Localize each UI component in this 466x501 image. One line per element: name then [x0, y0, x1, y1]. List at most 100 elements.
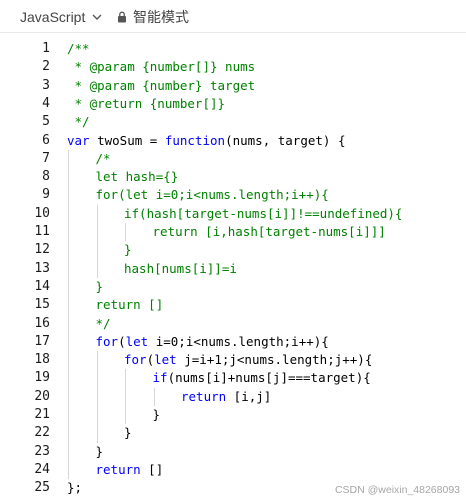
code-line: /* — [96, 150, 111, 168]
code-line: let hash={} — [96, 168, 179, 186]
indent-guide — [153, 387, 155, 406]
code-line: } — [96, 443, 104, 461]
code-token: ( — [146, 352, 155, 368]
code-area[interactable]: /** * @param {number[]} nums * @param {n… — [67, 33, 466, 501]
code-token: /* — [95, 150, 111, 166]
code-token: [] — [140, 461, 164, 477]
line-number: 23 — [34, 443, 50, 459]
code-token: } — [95, 278, 104, 294]
code-line: */ — [67, 113, 90, 131]
code-line: for(let i=0;i<nums.length;i++){ — [96, 186, 329, 204]
code-line: if(hash[target-nums[i]]!==undefined){ — [124, 205, 402, 223]
line-number: 19 — [34, 370, 50, 386]
code-token: } — [95, 443, 104, 459]
line-number: 4 — [42, 95, 50, 111]
code-line: } — [124, 241, 132, 259]
line-number: 16 — [34, 315, 50, 331]
line-number: 7 — [42, 150, 50, 166]
code-line: var twoSum = function(nums, target) { — [67, 132, 345, 150]
code-token: return [i,hash[target-nums[i]]] — [152, 224, 386, 239]
code-line: for(let j=i+1;j<nums.length;j++){ — [124, 351, 372, 369]
code-token: (nums, target) { — [225, 132, 346, 148]
code-line: for(let i=0;i<nums.length;i++){ — [96, 333, 329, 351]
code-line: * @param {number[]} nums — [67, 58, 256, 76]
line-number: 12 — [34, 242, 50, 258]
code-token: j=i+1;j<nums.length;j++){ — [176, 352, 373, 368]
code-token: for — [95, 333, 119, 349]
indent-guide — [68, 149, 69, 480]
code-token: } — [152, 407, 161, 422]
code-editor[interactable]: 1 2 3 4 5 6 7 8 9 10 11 12 13 14 15 16 17 18 19 20 21 22 23 24 2… — [0, 33, 466, 501]
line-number: 21 — [34, 407, 50, 422]
code-token: } — [124, 425, 132, 441]
code-token: for — [124, 352, 147, 368]
code-token: let — [154, 352, 177, 368]
indent-guide — [96, 351, 98, 443]
code-token: */ — [95, 315, 111, 331]
code-token: if — [152, 370, 168, 386]
line-number: 3 — [42, 77, 50, 93]
line-number-gutter: 1 2 3 4 5 6 7 8 9 10 11 12 13 14 15 16 17 18 19 20 21 22 23 24 2… — [0, 33, 54, 501]
code-token: return — [181, 388, 227, 404]
code-line: if(nums[i]+nums[j]===target){ — [153, 369, 371, 387]
indent-guide — [125, 369, 126, 425]
code-token: * @param {number[]} nums — [67, 59, 256, 75]
code-line: return [] — [96, 461, 164, 479]
code-line: * @return {number[]} — [67, 95, 226, 113]
line-number: 15 — [34, 297, 50, 313]
code-token: return — [95, 461, 141, 477]
code-token: var — [67, 132, 90, 148]
lock-icon — [118, 11, 126, 23]
code-line: }; — [67, 479, 82, 497]
smart-mode-label: 智能模式 — [133, 9, 189, 25]
code-line: return [i,hash[target-nums[i]]] — [153, 223, 386, 241]
line-number: 9 — [42, 187, 50, 203]
code-line: */ — [96, 315, 111, 333]
code-line: } — [153, 406, 161, 424]
indent-guide — [96, 204, 98, 278]
code-token: if(hash[target-nums[i]]!==undefined){ — [124, 205, 403, 221]
code-token: /** — [67, 41, 90, 56]
line-number: 6 — [42, 132, 50, 148]
code-token: [i,j] — [226, 388, 272, 404]
smart-mode-toggle[interactable]: 智能模式 — [117, 8, 189, 26]
line-number: 8 — [42, 169, 50, 185]
line-number: 24 — [34, 461, 50, 477]
code-token: let — [125, 333, 149, 349]
line-number: 5 — [42, 114, 50, 130]
code-line: /** — [67, 40, 90, 58]
language-select[interactable]: JavaScript — [20, 8, 102, 26]
code-token: ( — [118, 333, 126, 349]
code-token: } — [124, 242, 132, 258]
language-label: JavaScript — [20, 9, 86, 25]
code-token: }; — [67, 480, 83, 496]
line-number: 11 — [34, 224, 50, 239]
code-token: return [] — [95, 297, 164, 313]
code-token: */ — [67, 114, 90, 130]
line-number: 13 — [34, 260, 50, 276]
line-number: 22 — [34, 425, 50, 441]
code-token: twoSum = — [89, 132, 165, 148]
chevron-down-icon — [92, 14, 102, 20]
line-number: 2 — [42, 59, 50, 75]
code-line: return [i,j] — [181, 388, 271, 406]
line-number: 10 — [34, 205, 50, 221]
code-line: } — [124, 424, 132, 442]
code-token: (nums[i]+nums[j]===target){ — [167, 370, 371, 386]
code-line: hash[nums[i]]=i — [124, 260, 237, 278]
line-number: 14 — [34, 278, 50, 294]
code-token: * @param {number} target — [67, 77, 256, 93]
line-number: 25 — [34, 480, 50, 496]
code-token: function — [164, 132, 226, 148]
watermark: CSDN @weixin_48268093 — [334, 484, 460, 496]
line-number: 18 — [34, 352, 50, 368]
code-token: i=0;i<nums.length;i++){ — [148, 333, 329, 349]
code-line: return [] — [96, 296, 164, 314]
code-line: } — [96, 278, 104, 296]
code-line: * @param {number} target — [67, 77, 256, 95]
editor-toolbar: JavaScript 智能模式 — [0, 0, 466, 33]
code-token: let hash={} — [95, 169, 179, 185]
line-number: 1 — [42, 41, 50, 56]
line-number: 20 — [34, 388, 50, 404]
code-token: * @return {number[]} — [67, 95, 226, 111]
